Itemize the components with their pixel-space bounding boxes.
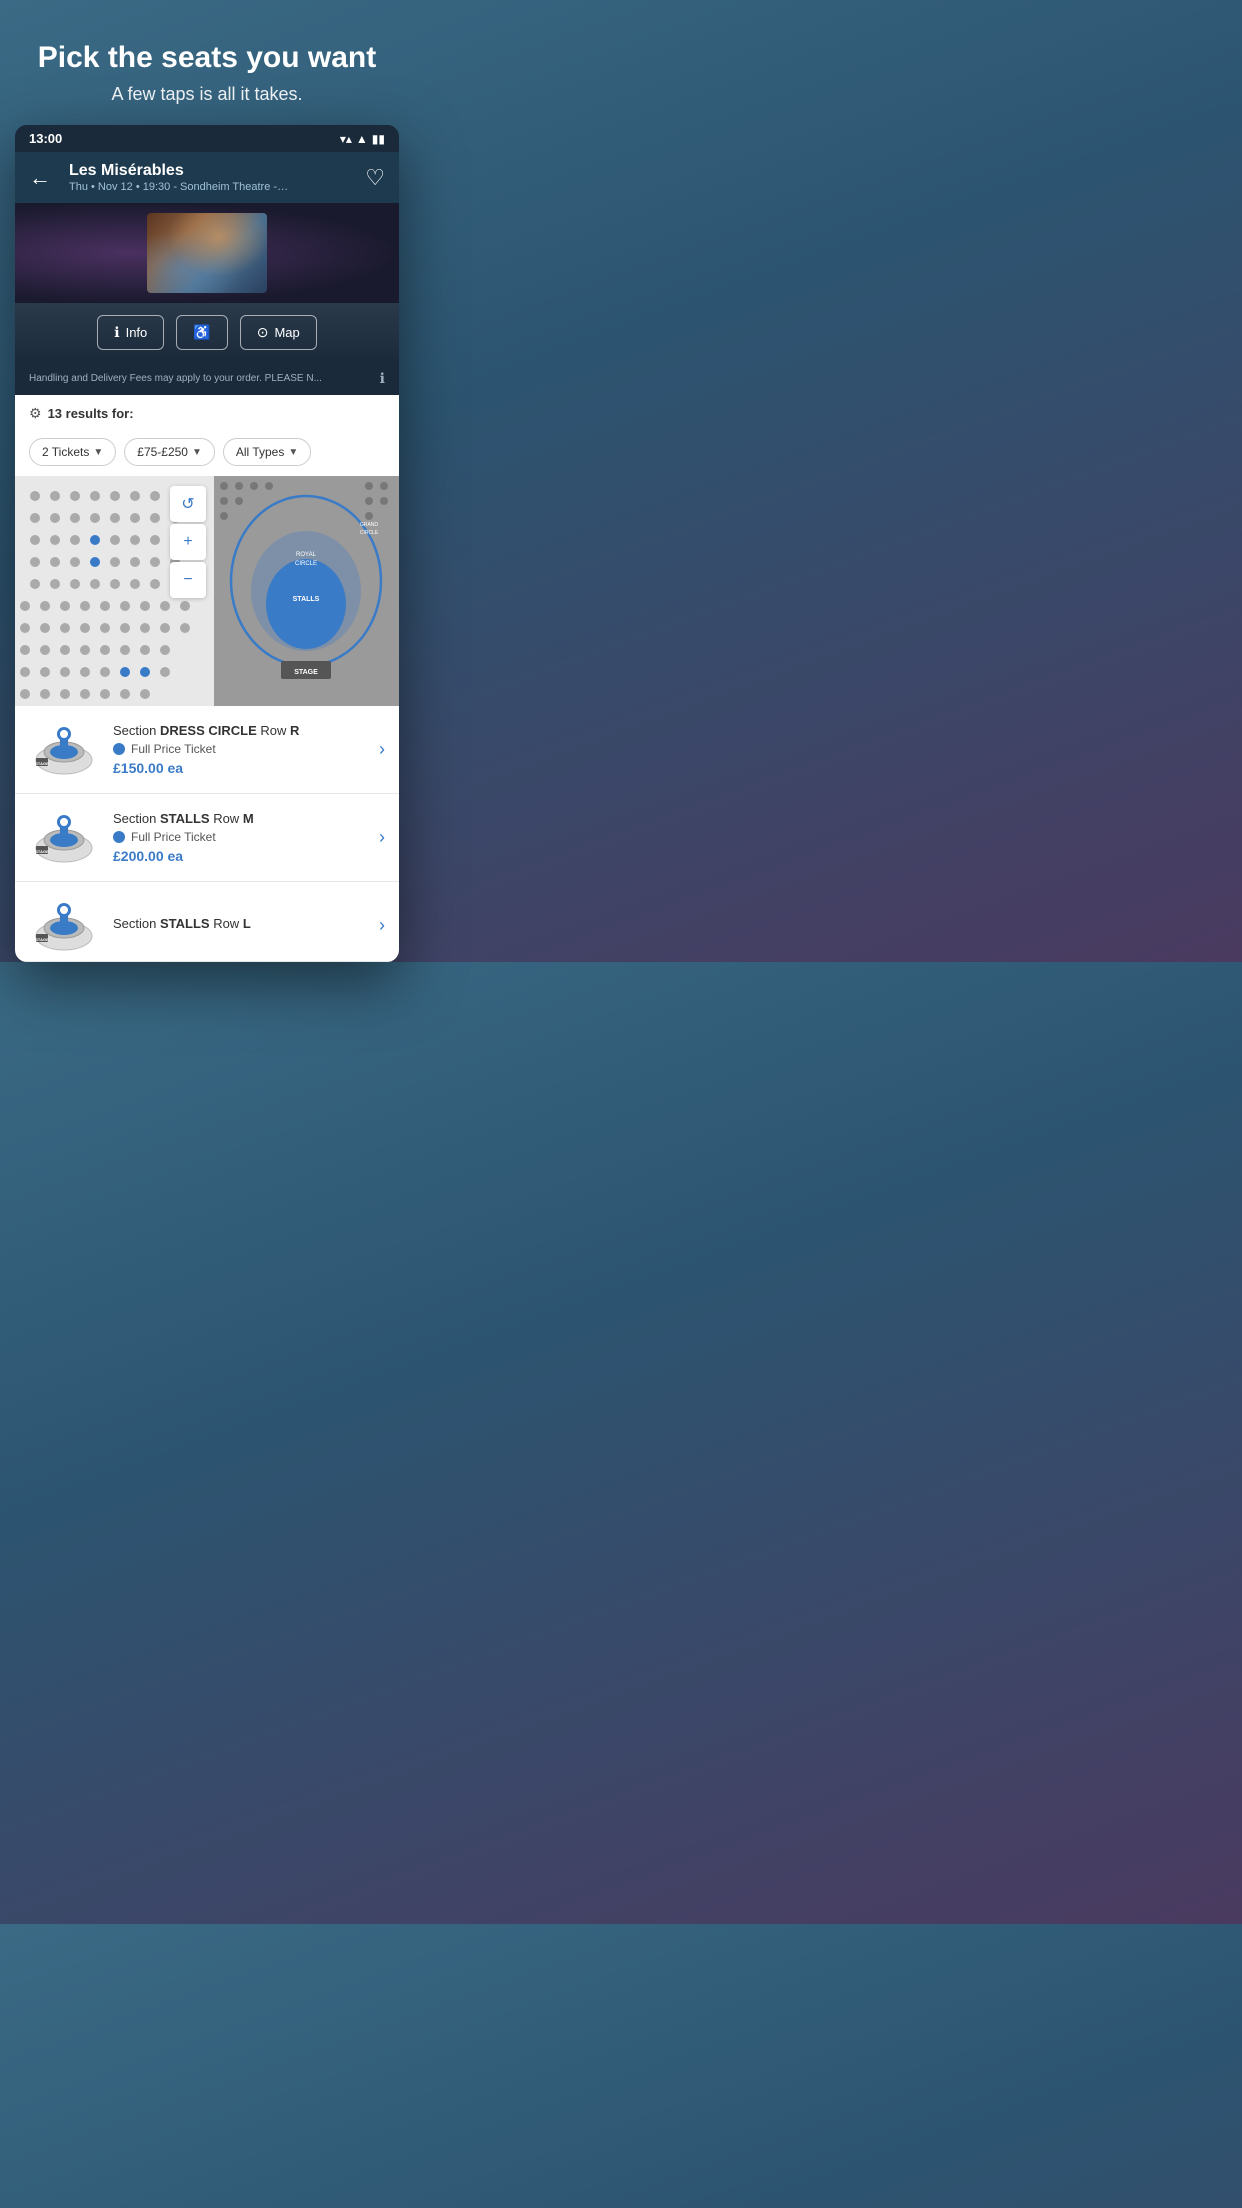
price-filter-chevron: ▼ <box>192 447 202 458</box>
ticket-info-1: Section DRESS CIRCLE Row R Full Price Ti… <box>113 723 371 776</box>
status-time: 13:00 <box>29 131 62 146</box>
zoom-out-button[interactable]: − <box>170 562 206 598</box>
zoom-in-button[interactable]: + <box>170 524 206 560</box>
ticket-list: STAGE Section DRESS CIRCLE Row R Full Pr… <box>15 706 399 962</box>
info-icon: ℹ <box>114 324 119 341</box>
header-title-section: Les Misérables Thu • Nov 12 • 19:30 - So… <box>69 162 365 193</box>
zoom-controls: ↺ + − <box>170 486 206 598</box>
show-image-inner <box>147 213 267 293</box>
fee-notice: Handling and Delivery Fees may apply to … <box>15 362 399 395</box>
ticket-section-label-2: Section STALLS Row M <box>113 811 371 826</box>
ticket-dot-1 <box>113 743 125 755</box>
svg-text:CIRCLE: CIRCLE <box>295 561 317 567</box>
ticket-type-row-1: Full Price Ticket <box>113 742 371 756</box>
tickets-filter-chevron: ▼ <box>93 447 103 458</box>
zoom-plus-icon: + <box>183 533 192 551</box>
ticket-chevron-3: › <box>379 915 385 936</box>
svg-text:GRAND: GRAND <box>360 522 378 528</box>
map-button-label: Map <box>274 325 299 340</box>
price-filter-dropdown[interactable]: £75-£250 ▼ <box>124 438 215 466</box>
status-icons: ▾▴ ▲ ▮▮ <box>340 132 385 146</box>
favorite-button[interactable]: ♡ <box>365 165 385 191</box>
ticket-thumb-1: STAGE <box>29 722 99 777</box>
wifi-icon: ▾▴ <box>340 132 352 146</box>
zoom-reset-button[interactable]: ↺ <box>170 486 206 522</box>
promo-headline: Pick the seats you want <box>38 40 376 76</box>
ticket-price-1: £150.00 ea <box>113 760 371 776</box>
ticket-dot-2 <box>113 831 125 843</box>
info-button-label: Info <box>126 325 148 340</box>
mini-theatre-map: STAGE STALLS ROYAL CIRCLE GRAND CIRCLE <box>214 476 399 706</box>
ticket-thumb-3: STAGE <box>29 898 99 953</box>
fee-notice-text: Handling and Delivery Fees may apply to … <box>29 373 374 384</box>
filter-sliders-icon: ⚙ <box>29 405 42 422</box>
svg-text:STAGE: STAGE <box>35 761 49 766</box>
info-button[interactable]: ℹ Info <box>97 315 164 350</box>
ticket-chevron-1: › <box>379 739 385 760</box>
fee-info-icon: ℹ <box>380 370 385 387</box>
mini-map-svg: STAGE STALLS ROYAL CIRCLE GRAND CIRCLE <box>214 476 399 706</box>
type-filter-chevron: ▼ <box>288 447 298 458</box>
ticket-type-label-1: Full Price Ticket <box>131 742 216 756</box>
map-icon: ⊙ <box>257 324 269 341</box>
back-button[interactable]: ← <box>29 165 61 191</box>
ticket-type-row-2: Full Price Ticket <box>113 830 371 844</box>
seat-map-area[interactable]: STAGE STALLS ROYAL CIRCLE GRAND CIRCLE ↺… <box>15 476 399 706</box>
type-filter-label: All Types <box>236 445 284 459</box>
ticket-thumb-2: STAGE <box>29 810 99 865</box>
svg-text:STALLS: STALLS <box>293 596 320 603</box>
ticket-chevron-2: › <box>379 827 385 848</box>
ticket-item[interactable]: STAGE Section STALLS Row M Full Price Ti… <box>15 794 399 882</box>
promo-subheadline: A few taps is all it takes. <box>38 84 376 105</box>
price-filter-label: £75-£250 <box>137 445 188 459</box>
phone-mockup: 13:00 ▾▴ ▲ ▮▮ ← Les Misérables Thu • Nov… <box>15 125 399 962</box>
results-bar: ⚙ 13 results for: <box>15 395 399 432</box>
filter-bar: 2 Tickets ▼ £75-£250 ▼ All Types ▼ <box>15 432 399 476</box>
tickets-filter-dropdown[interactable]: 2 Tickets ▼ <box>29 438 116 466</box>
accessibility-icon: ♿ <box>193 324 210 341</box>
results-count: 13 results for: <box>48 406 134 421</box>
show-image <box>147 213 267 293</box>
zoom-reset-icon: ↺ <box>181 494 194 514</box>
accessibility-button[interactable]: ♿ <box>176 315 227 350</box>
svg-text:STAGE: STAGE <box>35 849 49 854</box>
signal-icon: ▲ <box>356 132 368 146</box>
tickets-filter-label: 2 Tickets <box>42 445 89 459</box>
show-banner <box>15 203 399 303</box>
type-filter-dropdown[interactable]: All Types ▼ <box>223 438 311 466</box>
event-title: Les Misérables <box>69 162 365 180</box>
ticket-price-2: £200.00 ea <box>113 848 371 864</box>
ticket-info-2: Section STALLS Row M Full Price Ticket £… <box>113 811 371 864</box>
ticket-section-label-3: Section STALLS Row L <box>113 916 371 931</box>
svg-text:STAGE: STAGE <box>294 669 318 676</box>
ticket-info-3: Section STALLS Row L <box>113 916 371 935</box>
ticket-section-label-1: Section DRESS CIRCLE Row R <box>113 723 371 738</box>
zoom-minus-icon: − <box>183 571 192 589</box>
svg-text:CIRCLE: CIRCLE <box>360 530 379 536</box>
event-subtitle: Thu • Nov 12 • 19:30 - Sondheim Theatre … <box>69 181 289 193</box>
ticket-type-label-2: Full Price Ticket <box>131 830 216 844</box>
promo-header: Pick the seats you want A few taps is al… <box>18 0 396 125</box>
ticket-item[interactable]: STAGE Section STALLS Row L › <box>15 882 399 962</box>
action-buttons-bar: ℹ Info ♿ ⊙ Map <box>15 303 399 362</box>
battery-icon: ▮▮ <box>372 132 385 146</box>
svg-text:ROYAL: ROYAL <box>296 552 317 558</box>
svg-text:STAGE: STAGE <box>35 937 49 942</box>
map-button[interactable]: ⊙ Map <box>240 315 317 350</box>
app-header: ← Les Misérables Thu • Nov 12 • 19:30 - … <box>15 152 399 203</box>
ticket-item[interactable]: STAGE Section DRESS CIRCLE Row R Full Pr… <box>15 706 399 794</box>
status-bar: 13:00 ▾▴ ▲ ▮▮ <box>15 125 399 152</box>
